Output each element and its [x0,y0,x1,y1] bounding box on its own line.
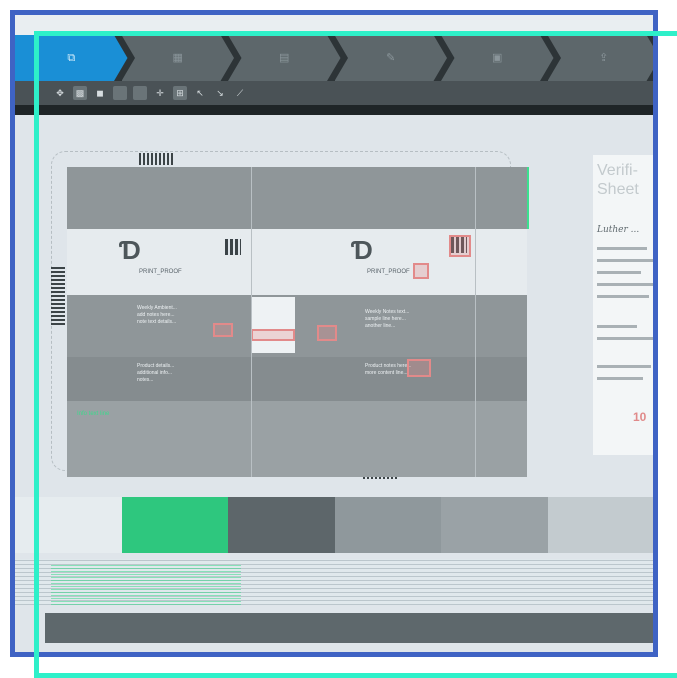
panel-bottom: Info text line [67,401,527,477]
qr-code-left [225,239,241,255]
panel-middle: Weekly Ambient... add notes here... note… [67,295,527,357]
workflow-steps: ⧉ ▦ ▤ ✎ ▣ ⇪ [15,35,654,81]
fold-line [251,167,252,477]
step-grid[interactable]: ▦ [121,35,234,81]
sheet-text-line [597,295,649,298]
grid-icon: ▦ [172,52,183,64]
diff-marker[interactable] [251,329,295,341]
compare-icon: ⧉ [67,52,76,64]
export-icon: ⇪ [599,52,609,64]
sheet-text-line [597,325,637,328]
pointer-icon[interactable]: ✥ [53,86,67,100]
panel-text-low-left: Product details... additional info... no… [137,363,175,383]
panel-top [67,167,529,229]
swatch-4[interactable] [441,497,548,553]
sheet-text-line [597,377,643,380]
step-compare[interactable]: ⧉ [15,35,128,81]
app-window: ⧉ ▦ ▤ ✎ ▣ ⇪ ✥ ▩ ◼ ✛ ⊞ ↖ ↘ ⟋ Ɗ PRINT_PROO… [15,15,654,653]
report-icon: ▣ [492,52,503,64]
pan-icon[interactable]: ↖ [193,86,207,100]
step-layers[interactable]: ▤ [228,35,341,81]
layers-icon: ▤ [279,52,290,64]
panel-lower: Product details... additional info... no… [67,357,527,401]
step-report[interactable]: ▣ [441,35,554,81]
sheet-red-value: 10 [633,410,647,424]
brand-logo: Ɗ [119,235,141,265]
image-icon[interactable]: ▩ [73,86,87,100]
hatched-band-green [51,563,241,605]
diff-marker[interactable] [413,263,429,279]
green-diff-text: Info text line [77,411,110,417]
image-alt-icon[interactable]: ◼ [93,86,107,100]
footer-bar [45,613,654,643]
toolbar: ✥ ▩ ◼ ✛ ⊞ ↖ ↘ ⟋ [15,81,654,105]
nutrition-box [251,297,295,353]
diff-marker[interactable] [317,325,337,341]
top-barcode [139,153,175,165]
brand-logo: Ɗ [351,235,373,265]
dropper-icon[interactable]: ⟋ [233,86,247,100]
panel-text-right: Weekly Notes text... sample line here...… [365,309,410,329]
crosshair-icon[interactable]: ✛ [153,86,167,100]
brand-text-right: PRINT_PROOF [367,269,410,275]
color-swatches [15,497,654,553]
sheet-text-line [597,259,654,262]
window-title [15,15,654,35]
toolbar-divider [15,105,654,115]
pen-icon: ✎ [386,52,396,64]
step-annotate[interactable]: ✎ [334,35,447,81]
blank-tool-icon[interactable] [133,86,147,100]
brand-text-left: PRINT_PROOF [139,269,182,275]
swatch-5[interactable] [547,497,654,553]
sheet-text-line [597,365,651,368]
swatch-1[interactable] [121,497,228,553]
diff-marker[interactable] [449,235,471,257]
zoom-icon[interactable]: ⊞ [173,86,187,100]
sheet-text-line [597,283,653,286]
diff-marker[interactable] [407,359,431,377]
artwork-canvas[interactable]: Ɗ PRINT_PROOF Ɗ PRINT_PROOF Weekly Ambie… [15,115,654,535]
blank-tool-icon[interactable] [113,86,127,100]
fold-line [475,167,476,477]
sheet-title: Verifi- Sheet [597,162,639,198]
panel-brand: Ɗ PRINT_PROOF Ɗ PRINT_PROOF [67,229,527,295]
sheet-handwriting: Luther ... [597,225,640,235]
sheet-text-line [597,337,654,340]
swatch-2[interactable] [228,497,335,553]
verification-sheet[interactable]: Verifi- Sheet Luther ... 10 [593,155,654,455]
diff-marker[interactable] [213,323,233,337]
sheet-text-line [597,271,641,274]
swatch-3[interactable] [334,497,441,553]
side-barcode [51,265,65,325]
step-export[interactable]: ⇪ [547,35,654,81]
measure-icon[interactable]: ↘ [213,86,227,100]
sheet-text-line [597,247,647,250]
swatch-0[interactable] [15,497,122,553]
